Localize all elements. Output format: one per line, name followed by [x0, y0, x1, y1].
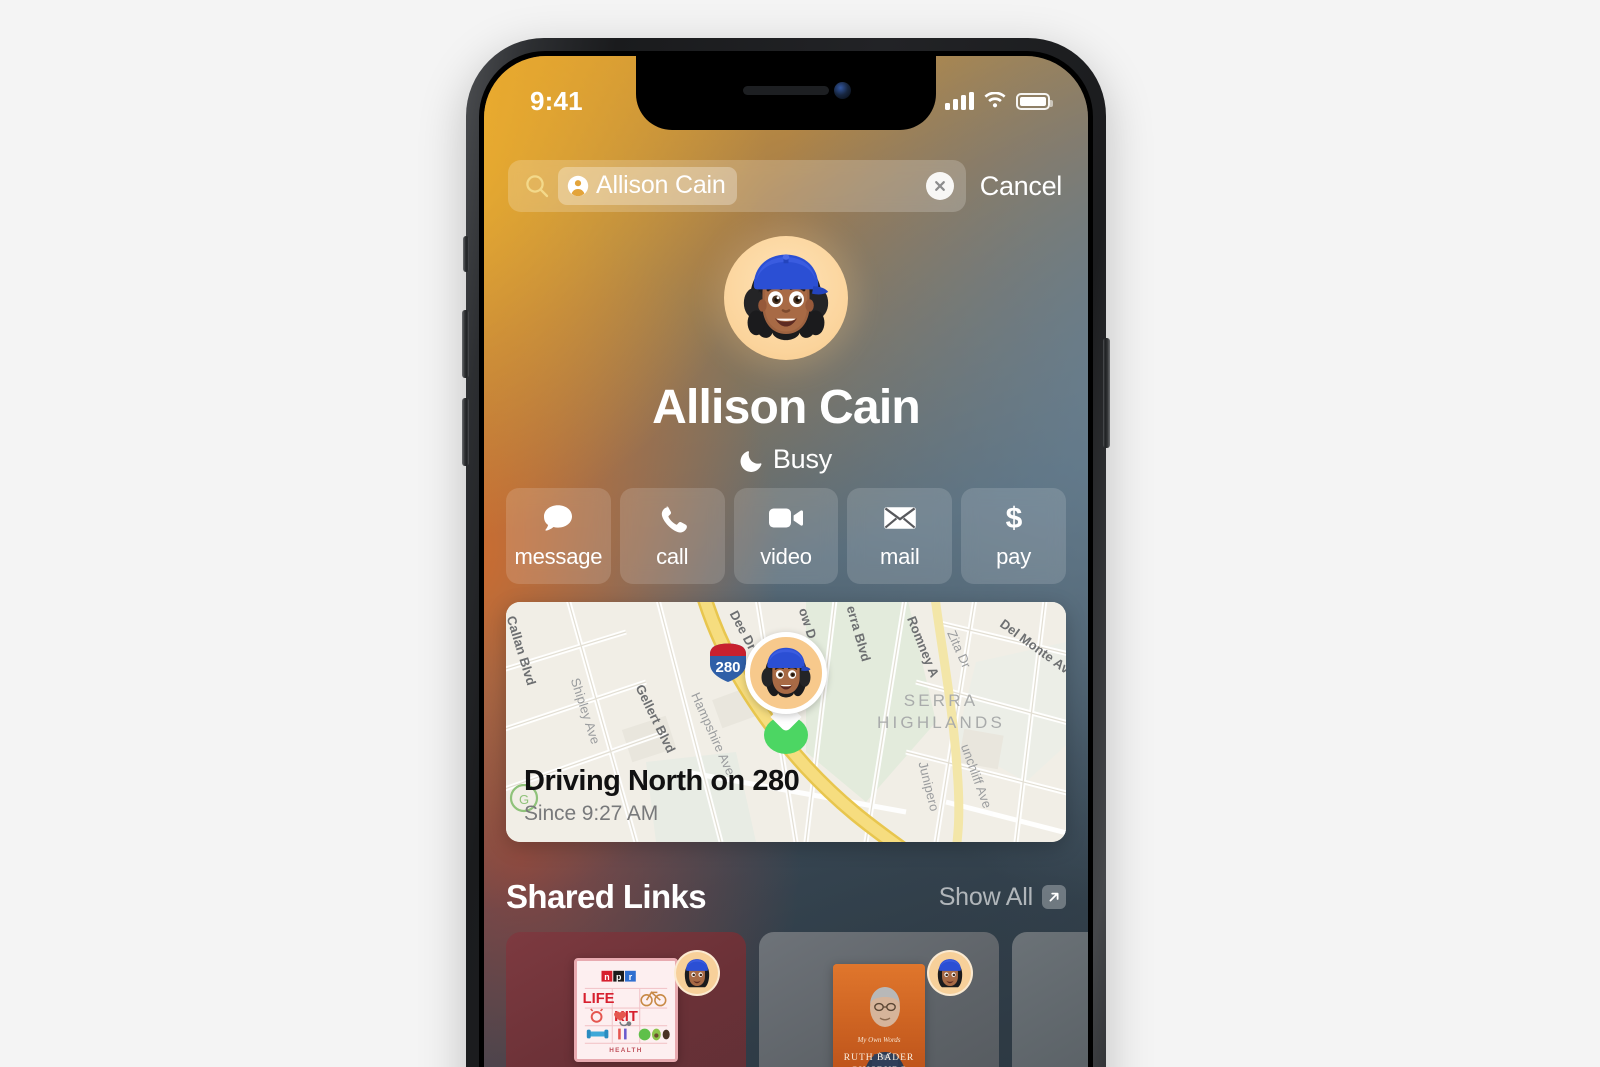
svg-text:280: 280: [715, 659, 740, 676]
phone-device-frame: 9:41 Allison Cain Cancel Allison Cain Bu…: [462, 38, 1110, 1067]
list-item[interactable]: n p r LIFE KIT HEALTH: [506, 932, 746, 1067]
svg-text:LIFE: LIFE: [583, 991, 615, 1007]
svg-text:p: p: [616, 972, 622, 982]
message-bubble-icon: [542, 503, 574, 533]
status-bar-icons: [945, 92, 1053, 110]
svg-text:RUTH BADER: RUTH BADER: [844, 1053, 914, 1063]
moon-icon: [740, 450, 762, 472]
memoji-graphic-tiny: [937, 959, 963, 988]
svg-text:n: n: [604, 972, 609, 982]
arrow-up-right-box-icon: [1042, 885, 1066, 909]
location-card[interactable]: G Callan Blvd Shipley Ave Gellert Blvd H…: [506, 602, 1066, 842]
status-bar-time: 9:41: [530, 85, 583, 116]
power-button[interactable]: [1103, 338, 1110, 448]
person-circle-icon: [567, 175, 589, 196]
contact-status-row: Busy: [740, 444, 832, 475]
shared-links-header: Shared Links Show All: [506, 878, 1066, 916]
battery-fill: [1020, 96, 1046, 106]
search-input[interactable]: Allison Cain: [508, 160, 966, 212]
video-camera-icon: [768, 503, 804, 533]
list-item[interactable]: My Own Words RUTH BADER GINSBURG with Ma…: [759, 932, 999, 1067]
npr-life-kit-artwork: n p r LIFE KIT HEALTH: [574, 958, 678, 1062]
call-button[interactable]: call: [619, 488, 725, 584]
search-token-allison-cain[interactable]: Allison Cain: [558, 167, 737, 205]
phone-bezel: 9:41 Allison Cain Cancel Allison Cain Bu…: [479, 51, 1093, 1067]
location-card-text: Driving North on 280 Since 9:27 AM: [506, 765, 1066, 842]
clear-search-button[interactable]: [925, 172, 954, 200]
svg-text:HEALTH: HEALTH: [609, 1047, 643, 1054]
map-pin-avatar: [745, 632, 827, 714]
interstate-280-shield-icon: 280: [706, 642, 750, 684]
search-icon: [526, 175, 549, 198]
svg-text:My Own Words: My Own Words: [856, 1036, 900, 1044]
mail-button-label: mail: [880, 543, 920, 569]
dollar-sign-icon: $: [1002, 502, 1026, 534]
search-bar-row: Allison Cain Cancel: [508, 160, 1064, 212]
shared-links-list[interactable]: n p r LIFE KIT HEALTH My Own Words RUTH …: [506, 932, 1088, 1067]
mail-button[interactable]: mail: [847, 488, 953, 584]
svg-text:$: $: [1005, 502, 1022, 534]
phone-icon: [657, 503, 688, 533]
volume-down-button[interactable]: [462, 398, 469, 466]
location-subtitle: Since 9:27 AM: [524, 802, 659, 825]
memoji-avatar[interactable]: [724, 236, 848, 360]
memoji-avatar-small: [674, 950, 720, 996]
phone-screen: 9:41 Allison Cain Cancel Allison Cain Bu…: [484, 56, 1088, 1067]
memoji-graphic: [743, 254, 829, 341]
video-button-label: video: [760, 543, 812, 569]
contact-header: Allison Cain Busy: [484, 236, 1088, 475]
message-button-label: message: [514, 543, 603, 569]
memoji-graphic-small: [761, 647, 811, 698]
status-bar: 9:41: [484, 56, 1088, 130]
pay-button-label: pay: [996, 543, 1032, 569]
ringer-switch[interactable]: [463, 236, 469, 272]
wifi-icon: [984, 92, 1006, 108]
location-title: Driving North on 280: [524, 765, 800, 797]
memoji-map-pin[interactable]: [745, 632, 827, 754]
svg-text:r: r: [629, 972, 633, 982]
message-button[interactable]: message: [506, 488, 611, 584]
show-all-button[interactable]: Show All: [939, 883, 1066, 912]
list-item[interactable]: SOUR: [1012, 932, 1088, 1067]
map-neighborhood-label: SERRA HIGHLANDS: [877, 691, 1005, 732]
envelope-icon: [883, 503, 917, 533]
contact-status-text: Busy: [772, 444, 833, 474]
search-token-label: Allison Cain: [596, 171, 726, 199]
contact-name: Allison Cain: [652, 381, 921, 434]
cancel-button[interactable]: Cancel: [980, 171, 1064, 202]
volume-up-button[interactable]: [462, 310, 469, 378]
close-icon: [934, 181, 945, 191]
shared-links-title: Shared Links: [506, 878, 707, 915]
battery-icon: [1016, 92, 1053, 110]
show-all-label: Show All: [938, 882, 1033, 911]
memoji-graphic-tiny: [684, 959, 710, 988]
memoji-avatar-small: [927, 950, 973, 996]
contact-action-buttons: message call video mail $ pay: [506, 488, 1066, 584]
video-button[interactable]: video: [733, 488, 839, 584]
signal-bars-icon: [945, 92, 974, 110]
pay-button[interactable]: $ pay: [961, 488, 1066, 584]
my-own-words-book-cover: My Own Words RUTH BADER GINSBURG with Ma…: [833, 964, 925, 1067]
call-button-label: call: [656, 543, 689, 569]
